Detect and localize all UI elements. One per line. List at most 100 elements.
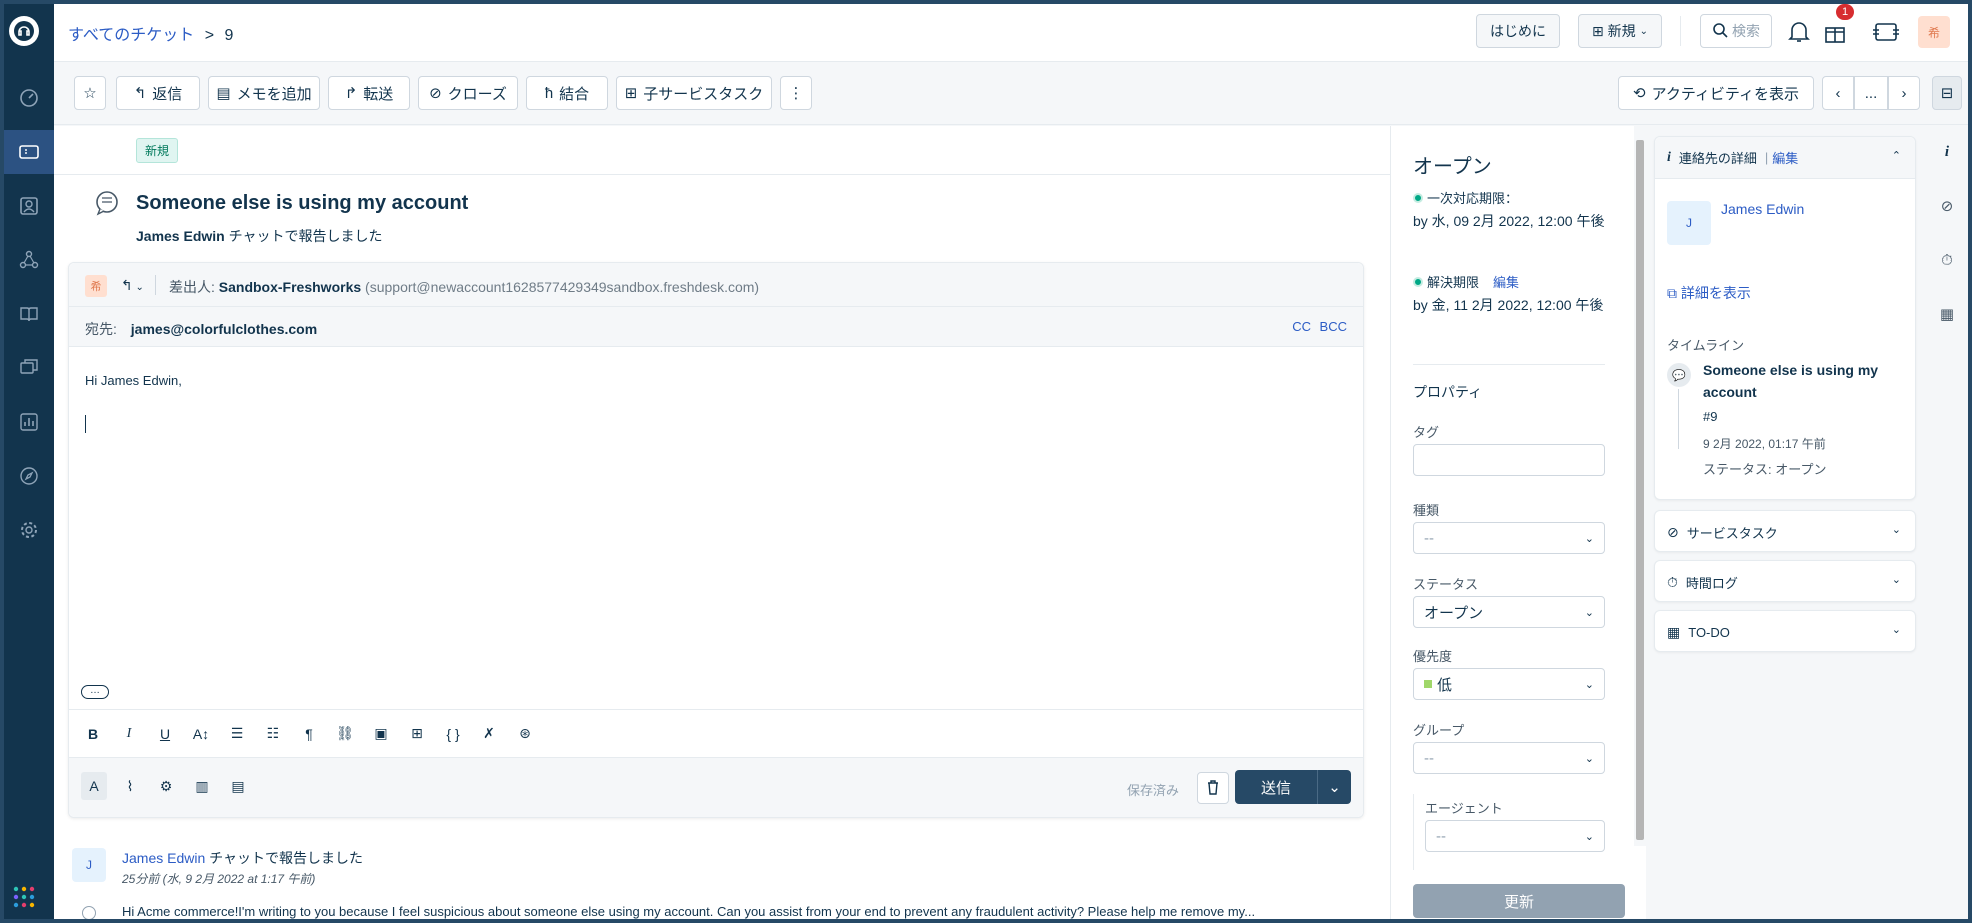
resolution-edit-link[interactable]: 編集 — [1493, 272, 1519, 291]
knowledge-base-icon[interactable] — [4, 292, 54, 336]
font-size-icon[interactable]: A↕ — [191, 724, 211, 744]
to-line[interactable]: 宛先: james@colorfulclothes.com — [85, 319, 317, 339]
bold-icon[interactable]: B — [83, 724, 103, 744]
from-line[interactable]: 差出人: Sandbox-Freshworks (support@newacco… — [169, 277, 759, 297]
next-ticket-button[interactable]: › — [1888, 76, 1920, 110]
image-icon[interactable]: ▣ — [371, 724, 391, 744]
to-email: james@colorfulclothes.com — [130, 321, 318, 337]
group-select[interactable]: -- ⌄ — [1413, 742, 1605, 774]
toggle-sidebar-button[interactable]: ⊟ — [1932, 76, 1962, 110]
show-quoted-text-button[interactable]: … — [81, 685, 109, 699]
reported-via-text: チャットで報告しました — [228, 228, 383, 244]
canned-responses-icon[interactable]: ⚙ — [153, 772, 179, 800]
discard-draft-button[interactable] — [1197, 772, 1229, 804]
requester-name[interactable]: James Edwin — [136, 228, 225, 244]
search-placeholder: 検索 — [1732, 23, 1760, 39]
attachment-icon[interactable]: ⌇ — [117, 772, 143, 800]
template-icon[interactable]: ▤ — [225, 772, 251, 800]
more-actions-button[interactable]: ⋮ — [780, 76, 812, 110]
contacts-icon[interactable] — [4, 184, 54, 228]
groups-icon[interactable] — [4, 238, 54, 282]
freshdesk-logo-icon[interactable] — [9, 16, 39, 46]
paragraph-icon[interactable]: ¶ — [299, 724, 319, 744]
info-icon[interactable]: i — [1937, 142, 1957, 162]
compass-icon[interactable]: ⊘ — [1937, 196, 1957, 216]
notifications-bell-icon[interactable] — [1788, 20, 1812, 44]
contact-edit-link[interactable]: 編集 — [1772, 148, 1798, 167]
forward-icon: ↱ — [344, 85, 358, 102]
contact-name[interactable]: James Edwin — [1721, 201, 1804, 217]
agent-avatar: 希 — [85, 275, 107, 297]
child-service-task-button[interactable]: ⊞ 子サービスタスク — [616, 76, 772, 110]
bulleted-list-icon[interactable]: ☷ — [263, 724, 283, 744]
bcc-link[interactable]: BCC — [1320, 319, 1347, 334]
update-button[interactable]: 更新 — [1413, 884, 1625, 918]
apps-grid-icon[interactable] — [12, 885, 36, 909]
forward-button[interactable]: ↱ 転送 — [328, 76, 410, 110]
merge-button[interactable]: ħ 結合 — [526, 76, 608, 110]
plus-square-icon: ⊞ — [1591, 22, 1604, 39]
reply-button[interactable]: ↰ 返信 — [116, 76, 200, 110]
calendar-icon[interactable]: ▦ — [1937, 304, 1957, 324]
solution-article-icon[interactable]: ▥ — [189, 772, 215, 800]
todo-card[interactable]: ▦ TO-DO ⌄ — [1654, 610, 1916, 652]
numbered-list-icon[interactable]: ☰ — [227, 724, 247, 744]
gift-icon[interactable] — [1824, 20, 1848, 44]
properties-divider — [1413, 364, 1605, 365]
italic-icon[interactable]: I — [119, 724, 139, 744]
text-format-icon[interactable]: A — [81, 772, 107, 800]
new-dropdown-button[interactable]: ⊞ 新規 ⌄ — [1578, 14, 1662, 48]
service-tasks-card[interactable]: ⊘ サービスタスク ⌄ — [1654, 510, 1916, 552]
admin-gear-icon[interactable] — [4, 508, 54, 552]
time-log-card[interactable]: ⏱ 時間ログ ⌄ — [1654, 560, 1916, 602]
ticket-list-button[interactable]: ... — [1854, 76, 1888, 110]
underline-icon[interactable]: U — [155, 724, 175, 744]
previous-ticket-button[interactable]: ‹ — [1822, 76, 1854, 110]
plus-square-icon: ⊞ — [624, 85, 638, 102]
contact-details-header[interactable]: i 連絡先の詳細 | 編集 ⌃ — [1655, 137, 1915, 179]
stopwatch-icon[interactable]: ⏱ — [1937, 250, 1957, 270]
status-value: オープン — [1424, 604, 1484, 622]
getting-started-button[interactable]: はじめに — [1476, 14, 1560, 48]
table-icon[interactable]: ⊞ — [407, 724, 427, 744]
agent-field-border — [1413, 794, 1414, 870]
send-button[interactable]: 送信 ⌄ — [1235, 770, 1351, 804]
status-select[interactable]: オープン ⌄ — [1413, 596, 1605, 628]
star-button[interactable]: ☆ — [74, 76, 106, 110]
search-input[interactable]: 検索 — [1700, 14, 1772, 48]
properties-scrollbar[interactable] — [1634, 126, 1646, 846]
tickets-icon[interactable] — [4, 130, 54, 174]
chevron-down-icon: ⌄ — [1584, 679, 1594, 691]
breadcrumb-all-tickets-link[interactable]: すべてのチケット — [68, 27, 194, 44]
from-divider — [155, 275, 156, 295]
send-options-chevron-icon[interactable]: ⌄ — [1317, 770, 1351, 804]
cc-link[interactable]: CC — [1292, 319, 1311, 334]
explore-icon[interactable] — [4, 454, 54, 498]
forums-icon[interactable] — [4, 346, 54, 390]
reply-body-text[interactable]: Hi James Edwin, — [85, 373, 182, 388]
tag-input[interactable] — [1413, 444, 1605, 476]
close-button[interactable]: ⊘ クローズ — [418, 76, 518, 110]
child-task-label: 子サービスタスク — [643, 85, 764, 103]
conversation-author[interactable]: James Edwin — [122, 850, 205, 866]
clear-format-icon[interactable]: ✗ — [479, 724, 499, 744]
resolution-sla: 解決期限 編集 — [1413, 272, 1519, 291]
workspace-switcher-icon[interactable] — [1872, 20, 1900, 44]
conversation-timestamp: 25分前 (水, 9 2月 2022 at 1:17 午前) — [122, 872, 316, 886]
view-details-link[interactable]: ⧉ 詳細を表示 — [1667, 283, 1751, 303]
timeline-subject[interactable]: Someone else is using my account — [1703, 359, 1903, 403]
reports-icon[interactable] — [4, 400, 54, 444]
chevron-down-icon: ⌄ — [1584, 607, 1594, 619]
add-note-button[interactable]: ▤ メモを追加 — [208, 76, 320, 110]
agent-select[interactable]: -- ⌄ — [1425, 820, 1605, 852]
dashboard-icon[interactable] — [4, 76, 54, 120]
priority-select[interactable]: 低 ⌄ — [1413, 668, 1605, 700]
type-select[interactable]: -- ⌄ — [1413, 522, 1605, 554]
code-block-icon[interactable]: { } — [443, 724, 463, 744]
user-avatar[interactable]: 希 — [1918, 16, 1950, 48]
link-icon[interactable]: ⛓ — [335, 724, 355, 744]
ticket-subject: Someone else is using my account — [136, 192, 469, 214]
canned-response-icon[interactable]: ⊛ — [515, 724, 535, 744]
show-activity-button[interactable]: ⟲ アクティビティを表示 — [1618, 76, 1814, 110]
reply-type-dropdown[interactable]: ↰ ⌄ — [121, 277, 144, 294]
